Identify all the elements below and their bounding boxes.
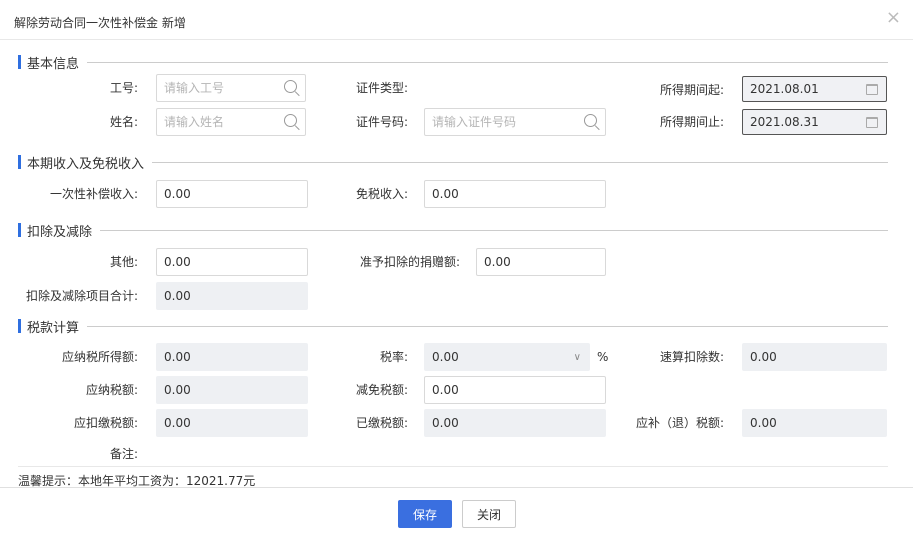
taxable-income-label: 应纳税所得额: xyxy=(61,350,138,364)
quick-deduction-value: 0.00 xyxy=(750,350,777,364)
save-button[interactable]: 保存 xyxy=(398,500,452,528)
section-marker xyxy=(18,319,21,333)
search-icon[interactable] xyxy=(283,113,301,131)
donation-field[interactable]: 0.00 xyxy=(476,248,606,276)
section-income: 本期收入及免税收入 xyxy=(18,152,888,172)
exempt-value: 0.00 xyxy=(432,187,459,201)
other-value: 0.00 xyxy=(164,255,191,269)
tips-divider xyxy=(18,466,888,467)
tax-rate-value: 0.00 xyxy=(432,350,459,364)
emp-no-label: 工号: xyxy=(109,81,138,95)
section-divider xyxy=(87,325,888,327)
donation-value: 0.00 xyxy=(484,255,511,269)
paid-field: 0.00 xyxy=(424,409,606,437)
paid-value: 0.00 xyxy=(432,416,459,430)
calendar-icon[interactable] xyxy=(866,83,878,95)
section-title: 本期收入及免税收入 xyxy=(27,156,145,172)
name-field[interactable] xyxy=(156,108,306,136)
other-field[interactable]: 0.00 xyxy=(156,248,308,276)
deduction-total-label: 扣除及减除项目合计: xyxy=(25,289,138,303)
period-start-label: 所得期间起: xyxy=(659,83,724,97)
tax-rate-select[interactable]: 0.00 ∨ xyxy=(424,343,590,371)
withhold-value: 0.00 xyxy=(164,416,191,430)
id-no-input[interactable] xyxy=(432,115,583,129)
other-label: 其他: xyxy=(109,255,138,269)
period-end-value: 2021.08.31 xyxy=(750,115,819,129)
section-tax: 税款计算 xyxy=(18,316,888,336)
taxable-income-value: 0.00 xyxy=(164,350,191,364)
period-start-value: 2021.08.01 xyxy=(750,82,819,96)
tax-rate-label: 税率: xyxy=(379,350,408,364)
emp-no-input[interactable] xyxy=(164,81,283,95)
withhold-field: 0.00 xyxy=(156,409,308,437)
section-divider xyxy=(152,161,888,163)
deduction-total-value: 0.00 xyxy=(164,289,191,303)
period-start-field[interactable]: 2021.08.01 xyxy=(742,76,887,102)
dialog: 解除劳动合同一次性补偿金 新增 × 基本信息 工号: 姓名: 证件类型: 证件号… xyxy=(0,0,913,540)
calendar-icon[interactable] xyxy=(866,116,878,128)
relief-value: 0.00 xyxy=(432,383,459,397)
percent-unit: % xyxy=(597,350,609,364)
chevron-down-icon[interactable]: ∨ xyxy=(574,352,581,363)
remark-label: 备注: xyxy=(109,447,138,461)
section-title: 税款计算 xyxy=(27,320,80,336)
footer-divider xyxy=(0,487,913,488)
dialog-title: 解除劳动合同一次性补偿金 新增 xyxy=(14,16,186,30)
quick-deduction-label: 速算扣除数: xyxy=(659,350,724,364)
id-no-label: 证件号码: xyxy=(355,115,408,129)
tax-payable-value: 0.00 xyxy=(164,383,191,397)
emp-no-field[interactable] xyxy=(156,74,306,102)
close-button[interactable]: 关闭 xyxy=(462,500,516,528)
withhold-label: 应扣缴税额: xyxy=(73,416,138,430)
relief-field[interactable]: 0.00 xyxy=(424,376,606,404)
exempt-field[interactable]: 0.00 xyxy=(424,180,606,208)
section-marker xyxy=(18,223,21,237)
section-basic-info: 基本信息 xyxy=(18,52,888,72)
quick-deduction-field: 0.00 xyxy=(742,343,887,371)
refund-label: 应补（退）税额: xyxy=(635,416,724,430)
compensation-label: 一次性补偿收入: xyxy=(49,187,138,201)
search-icon[interactable] xyxy=(283,79,301,97)
id-type-label: 证件类型: xyxy=(355,81,408,95)
deduction-total-field: 0.00 xyxy=(156,282,308,310)
exempt-label: 免税收入: xyxy=(355,187,408,201)
compensation-value: 0.00 xyxy=(164,187,191,201)
section-title: 扣除及减除 xyxy=(27,224,93,240)
tax-payable-field: 0.00 xyxy=(156,376,308,404)
section-title: 基本信息 xyxy=(27,56,80,72)
section-divider xyxy=(100,229,888,231)
search-icon[interactable] xyxy=(583,113,601,131)
compensation-field[interactable]: 0.00 xyxy=(156,180,308,208)
period-end-label: 所得期间止: xyxy=(659,115,724,129)
donation-label: 准予扣除的捐赠额: xyxy=(359,255,460,269)
section-divider xyxy=(87,61,888,63)
section-marker xyxy=(18,55,21,69)
name-label: 姓名: xyxy=(109,115,138,129)
section-marker xyxy=(18,155,21,169)
refund-field: 0.00 xyxy=(742,409,887,437)
name-input[interactable] xyxy=(164,115,283,129)
refund-value: 0.00 xyxy=(750,416,777,430)
id-no-field[interactable] xyxy=(424,108,606,136)
header-divider xyxy=(0,39,913,40)
tax-payable-label: 应纳税额: xyxy=(85,383,138,397)
section-deduction: 扣除及减除 xyxy=(18,220,888,240)
relief-label: 减免税额: xyxy=(355,383,408,397)
period-end-field[interactable]: 2021.08.31 xyxy=(742,109,887,135)
paid-label: 已缴税额: xyxy=(355,416,408,430)
close-icon[interactable]: × xyxy=(886,8,901,28)
taxable-income-field: 0.00 xyxy=(156,343,308,371)
